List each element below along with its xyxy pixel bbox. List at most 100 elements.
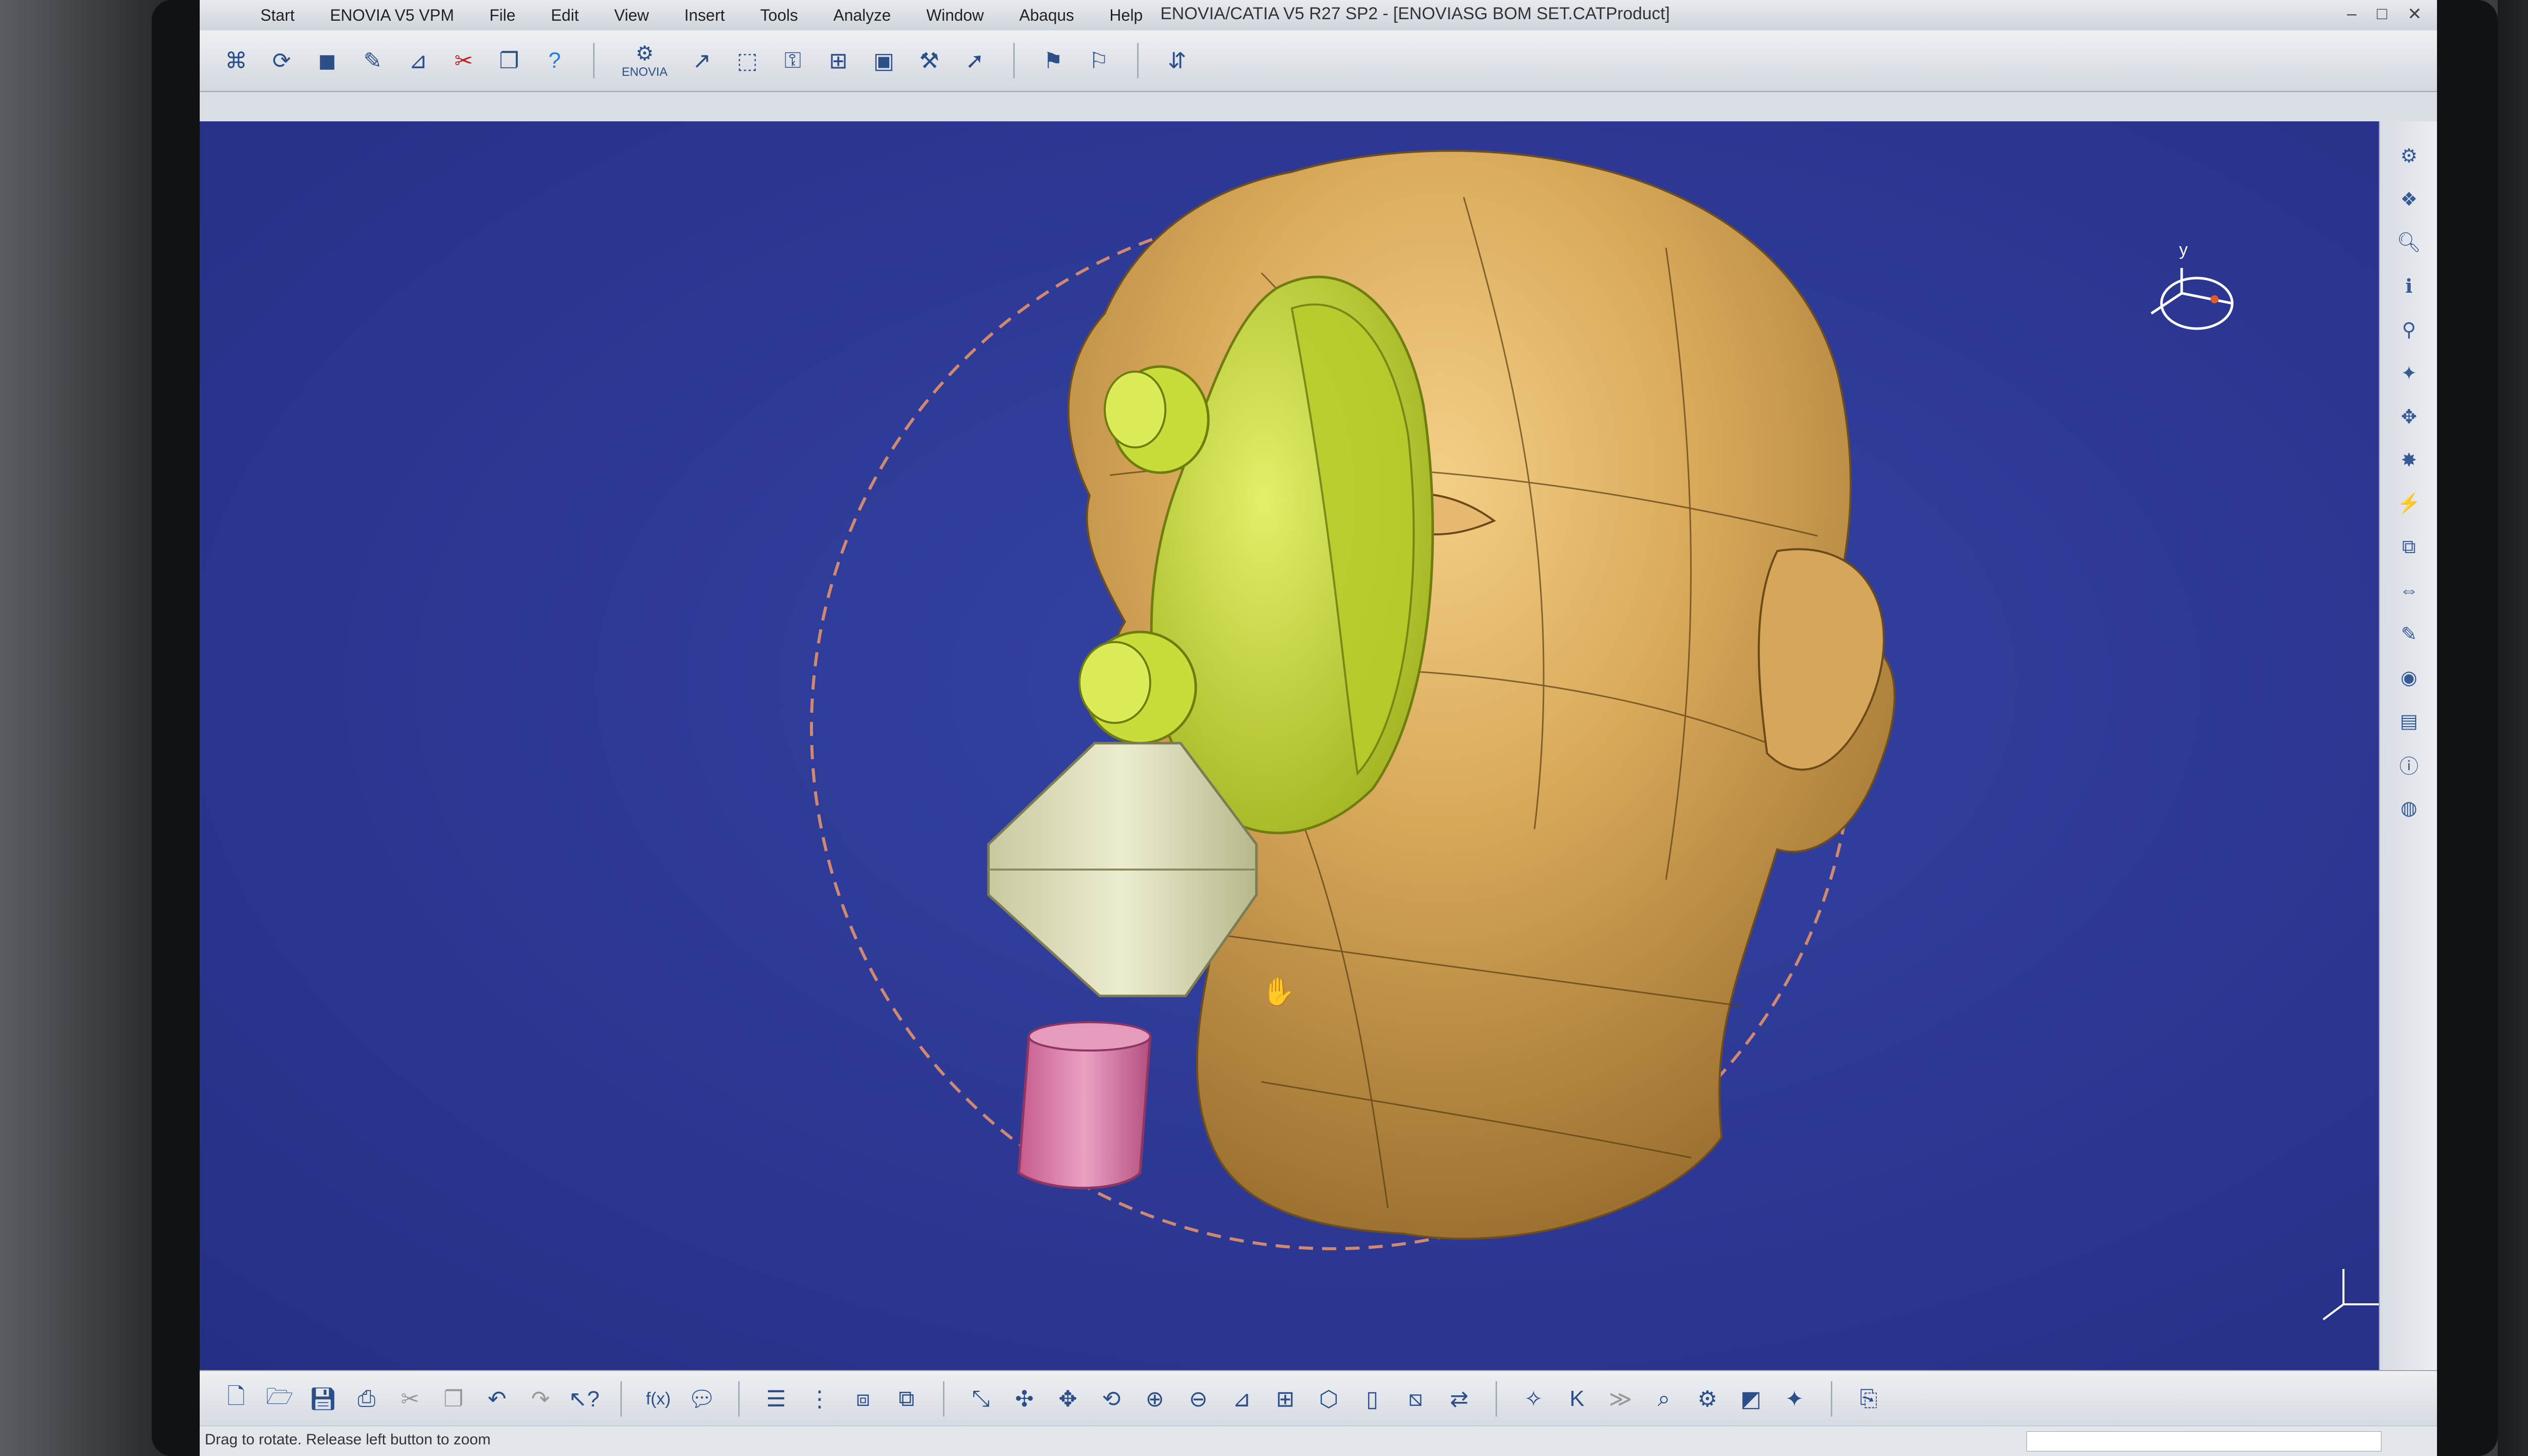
arrow-icon[interactable]: ➚	[959, 44, 991, 77]
menu-start[interactable]: Start	[260, 6, 295, 25]
save-icon[interactable]: ▣	[868, 44, 900, 77]
command-input[interactable]	[2026, 1431, 2381, 1451]
enovia-icon[interactable]: ⚙ ENOVIA	[617, 42, 672, 79]
workbench-icon[interactable]: ⚒	[913, 44, 945, 77]
snap-icon[interactable]: ⊞	[822, 44, 854, 77]
axis-indicator-icon	[2322, 1269, 2379, 1321]
part-icon[interactable]: ⧉	[890, 1383, 923, 1415]
pan-icon[interactable]: ✣	[1008, 1383, 1041, 1415]
clash-icon[interactable]: ⚡	[2395, 489, 2423, 518]
cube-icon[interactable]: ◼	[311, 44, 343, 77]
title-bar: Start ENOVIA V5 VPM File Edit View Inser…	[200, 0, 2437, 31]
material-icon[interactable]: ◩	[1735, 1383, 1767, 1415]
section-icon[interactable]: ⧉	[2395, 533, 2423, 561]
redo-icon[interactable]: ↷	[524, 1383, 557, 1415]
search-icon[interactable]: 🔍︎	[2395, 229, 2423, 257]
tree-icon[interactable]: ⋮	[803, 1383, 836, 1415]
menu-tools[interactable]: Tools	[760, 6, 798, 25]
zoom-out-icon[interactable]: ⊖	[1182, 1383, 1214, 1415]
scissors-icon[interactable]: ✂	[447, 44, 480, 77]
flag-icon[interactable]: ⚐	[1082, 44, 1115, 77]
select-icon[interactable]: ⬚	[731, 44, 763, 77]
minimize-button[interactable]: –	[2347, 4, 2357, 24]
render-icon[interactable]: ⚙	[1691, 1383, 1724, 1415]
info-icon[interactable]: ℹ	[2395, 272, 2423, 300]
pencil-icon[interactable]: ✎	[356, 44, 389, 77]
menu-file[interactable]: File	[489, 6, 516, 25]
export-icon[interactable]: ⎘	[1853, 1383, 1885, 1415]
measure-icon[interactable]: ⇔	[2395, 576, 2423, 605]
zoom-in-icon[interactable]: ⊕	[1139, 1383, 1171, 1415]
help-icon[interactable]: ?	[538, 44, 571, 77]
swap-icon[interactable]: ⇵	[1161, 44, 1193, 77]
undo-icon[interactable]: ↶	[481, 1383, 513, 1415]
catia-window: Start ENOVIA V5 VPM File Edit View Inser…	[200, 0, 2437, 1456]
measure-icon[interactable]: ≫	[1604, 1383, 1637, 1415]
new-icon[interactable]: 🗋︎	[220, 1383, 252, 1415]
top-toolbar: ⌘ ⟳ ◼ ✎ ⊿ ✂ ❐ ? ⚙ ENOVIA ↗ ⬚ ⚿ ⊞ ▣ ⚒ ➚ ⚑ …	[200, 30, 2437, 92]
constraint-icon[interactable]: ⚲	[2395, 315, 2423, 344]
multi-view-icon[interactable]: ⊞	[1269, 1383, 1301, 1415]
status-bar: Drag to rotate. Release left button to z…	[200, 1426, 2437, 1456]
compass-icon[interactable]	[2150, 268, 2234, 330]
toolbar-separator	[620, 1381, 622, 1417]
move-icon[interactable]: ✥	[2395, 402, 2423, 431]
list-icon[interactable]: ☰	[760, 1383, 792, 1415]
globe-icon[interactable]: ◍	[2395, 794, 2423, 822]
formula-icon[interactable]: f(x)	[642, 1383, 674, 1415]
hand-cursor-icon: ✋	[1261, 976, 1295, 1008]
save-icon[interactable]: 💾︎	[307, 1383, 339, 1415]
front-view-icon[interactable]: ▯	[1356, 1383, 1388, 1415]
hide-icon[interactable]: ⧅	[1400, 1383, 1432, 1415]
rotate-icon[interactable]: ⟳	[265, 44, 298, 77]
product-icon[interactable]: ⚙	[2395, 142, 2423, 170]
menu-bar: Start ENOVIA V5 VPM File Edit View Inser…	[200, 0, 1143, 30]
measure-icon[interactable]: ⊿	[402, 44, 434, 77]
cursor-icon[interactable]: ↗	[686, 44, 718, 77]
toolbar-separator	[1013, 43, 1015, 78]
render-icon[interactable]: ◉	[2395, 663, 2423, 692]
rotate-view-icon[interactable]: ⟲	[1095, 1383, 1127, 1415]
constraint-icon[interactable]: ⚿	[777, 44, 809, 77]
toolbar-separator	[1831, 1381, 1832, 1417]
maximize-button[interactable]: □	[2377, 4, 2387, 24]
compass-label: y	[2179, 240, 2188, 259]
menu-insert[interactable]: Insert	[684, 6, 725, 25]
open-icon[interactable]: 🗁︎	[263, 1383, 296, 1415]
rotate-icon[interactable]: ✥	[1052, 1383, 1084, 1415]
shading-icon[interactable]: ✧	[1517, 1383, 1550, 1415]
snap-icon[interactable]: K	[1561, 1383, 1593, 1415]
copy-icon[interactable]: ❐	[493, 44, 525, 77]
whatsthis-icon[interactable]: ↖?	[568, 1383, 600, 1415]
annotation-icon[interactable]: ✎	[2395, 620, 2423, 648]
close-button[interactable]: ✕	[2408, 4, 2422, 24]
walk-icon[interactable]: ⌕	[1648, 1383, 1680, 1415]
balloon-icon[interactable]: ⓘ	[2395, 750, 2423, 779]
cut-icon[interactable]: ✂	[394, 1383, 426, 1415]
explode-icon[interactable]: ✸	[2395, 446, 2423, 474]
3d-viewport[interactable]: y ✋	[200, 121, 2379, 1370]
menu-help[interactable]: Help	[1109, 6, 1143, 25]
swap-icon[interactable]: ⇄	[1443, 1383, 1475, 1415]
flag-icon[interactable]: ⚑	[1037, 44, 1069, 77]
print-icon[interactable]: ⎙	[350, 1383, 383, 1415]
iso-view-icon[interactable]: ⬡	[1313, 1383, 1345, 1415]
component-icon[interactable]: ⧈	[847, 1383, 879, 1415]
menu-enovia[interactable]: ENOVIA V5 VPM	[330, 6, 454, 25]
menu-window[interactable]: Window	[926, 6, 984, 25]
enovia-label: ENOVIA	[621, 65, 668, 79]
light-icon[interactable]: ✦	[1778, 1383, 1811, 1415]
right-toolbar: ⚙ ❖ 🔍︎ ℹ ⚲ ✦ ✥ ✸ ⚡ ⧉ ⇔ ✎ ◉ ▤ ⓘ ◍	[2379, 121, 2437, 1390]
menu-view[interactable]: View	[614, 6, 649, 25]
sketcher-icon[interactable]: ⌘	[220, 44, 252, 77]
normal-view-icon[interactable]: ⊿	[1226, 1383, 1258, 1415]
fit-all-icon[interactable]: ⤡	[965, 1383, 997, 1415]
catalog-icon[interactable]: ▤	[2395, 707, 2423, 735]
component-icon[interactable]: ❖	[2395, 185, 2423, 213]
snap-icon[interactable]: ✦	[2395, 359, 2423, 387]
menu-abaqus[interactable]: Abaqus	[1019, 6, 1074, 25]
menu-edit[interactable]: Edit	[551, 6, 579, 25]
copy-icon[interactable]: ❐	[437, 1383, 470, 1415]
comment-icon[interactable]: 💬︎	[686, 1383, 718, 1415]
menu-analyze[interactable]: Analyze	[833, 6, 891, 25]
